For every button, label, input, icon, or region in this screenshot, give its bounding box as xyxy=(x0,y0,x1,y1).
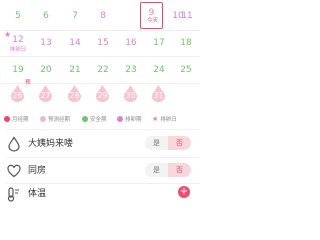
calendar-day[interactable]: 7 xyxy=(61,2,89,30)
legend-label: 预测经期 xyxy=(48,117,71,123)
calendar-day[interactable]: 17 xyxy=(145,31,173,59)
drop-icon xyxy=(6,136,22,152)
day-number: 26 xyxy=(12,91,23,100)
calendar-day[interactable]: 5 xyxy=(4,2,32,30)
intimacy-row: 同房 是 否 xyxy=(0,160,200,182)
calendar-day[interactable]: 8 xyxy=(89,2,117,30)
thermometer-icon xyxy=(6,186,22,202)
ovulation-day-label: 排卵日 xyxy=(9,47,27,53)
temperature-row: 体温 + xyxy=(0,183,200,205)
day-number: 11 xyxy=(181,11,193,21)
day-number: 8 xyxy=(100,11,106,21)
legend-item: 排卵期 xyxy=(117,113,142,125)
day-number: 16 xyxy=(125,38,137,48)
predicted-period-day[interactable]: 26 xyxy=(10,85,25,102)
predicted-period-day[interactable]: 29 xyxy=(95,85,110,102)
calendar-legend: 月经期 预测经期 安全期 排卵期 ★ 排卵日 xyxy=(0,113,200,125)
day-number: 12 xyxy=(12,35,24,45)
calendar-day[interactable]: 24 xyxy=(145,58,173,86)
day-number: 17 xyxy=(153,38,165,48)
calendar-day[interactable]: 20 xyxy=(32,58,60,86)
day-number: 15 xyxy=(97,38,109,48)
calendar-day[interactable]: 21 xyxy=(61,58,89,86)
day-number: 24 xyxy=(153,65,165,75)
row-divider xyxy=(7,129,200,130)
yes-option[interactable]: 是 xyxy=(145,163,168,177)
day-number: 25 xyxy=(180,65,192,75)
intimacy-toggle[interactable]: 是 否 xyxy=(145,163,191,177)
legend-label: 排卵日 xyxy=(160,117,177,123)
legend-item: 月经期 xyxy=(4,113,29,125)
day-number: 14 xyxy=(69,38,81,48)
day-number: 27 xyxy=(40,91,51,100)
day-number: 28 xyxy=(69,91,80,100)
legend-dot-icon xyxy=(82,116,88,122)
row-label: 同房 xyxy=(28,166,47,176)
legend-item: 预测经期 xyxy=(40,113,70,125)
calendar-day[interactable]: 16 xyxy=(117,31,145,59)
predicted-period-day[interactable]: 31 xyxy=(151,85,166,102)
heart-icon xyxy=(6,163,22,179)
calendar-day[interactable]: 13 xyxy=(32,31,60,59)
legend-label: 排卵期 xyxy=(125,117,142,123)
predicted-period-day[interactable]: 30 xyxy=(123,85,138,102)
calendar-day[interactable]: 25 xyxy=(172,58,200,86)
day-number: 7 xyxy=(72,11,78,21)
day-number: 13 xyxy=(40,38,52,48)
day-number: 23 xyxy=(125,65,137,75)
period-arrived-row: 大姨妈来喽 是 否 xyxy=(0,133,200,155)
day-number: 18 xyxy=(180,38,192,48)
predicted-period-day[interactable]: 27 xyxy=(38,85,53,102)
predicted-period-day[interactable]: 28 xyxy=(67,85,82,102)
day-number: 20 xyxy=(40,65,52,75)
legend-item: 安全期 xyxy=(82,113,107,125)
day-number: 19 xyxy=(12,65,24,75)
calendar-day-ovulation[interactable]: ★ 12 排卵日 xyxy=(4,31,32,59)
legend-label: 月经期 xyxy=(12,117,29,123)
star-icon: ★ xyxy=(152,115,159,123)
row-divider xyxy=(7,157,200,158)
legend-dot-icon xyxy=(4,116,10,122)
day-number: 22 xyxy=(97,65,109,75)
row-label: 体温 xyxy=(28,189,47,199)
period-tracker-screen: 5 6 7 8 9 今天 10 11 ★ 12 排卵日 13 14 15 16 … xyxy=(0,0,201,202)
period-arrived-toggle[interactable]: 是 否 xyxy=(145,136,191,150)
predicted-badge: 预 xyxy=(25,80,31,86)
yes-option[interactable]: 是 xyxy=(145,136,168,150)
no-option[interactable]: 否 xyxy=(168,163,191,177)
day-number: 29 xyxy=(97,91,108,100)
day-number: 21 xyxy=(69,65,81,75)
legend-dot-icon xyxy=(40,116,46,122)
calendar-day[interactable]: 23 xyxy=(117,58,145,86)
no-option[interactable]: 否 xyxy=(168,136,191,150)
legend-label: 安全期 xyxy=(90,117,107,123)
day-number: 5 xyxy=(15,11,21,21)
day-number: 6 xyxy=(43,11,49,21)
calendar-day[interactable]: 15 xyxy=(89,31,117,59)
row-label: 大姨妈来喽 xyxy=(28,139,74,149)
calendar-day[interactable]: 22 xyxy=(89,58,117,86)
calendar-day[interactable]: 18 xyxy=(172,31,200,59)
legend-item: ★ 排卵日 xyxy=(152,113,177,125)
legend-dot-icon xyxy=(117,116,123,122)
day-number: 30 xyxy=(125,91,136,100)
day-number: 31 xyxy=(153,91,164,100)
calendar-day[interactable]: 11 xyxy=(173,2,201,30)
add-temperature-button[interactable]: + xyxy=(178,186,190,198)
calendar-day[interactable]: 6 xyxy=(32,2,60,30)
calendar-day[interactable]: 14 xyxy=(61,31,89,59)
